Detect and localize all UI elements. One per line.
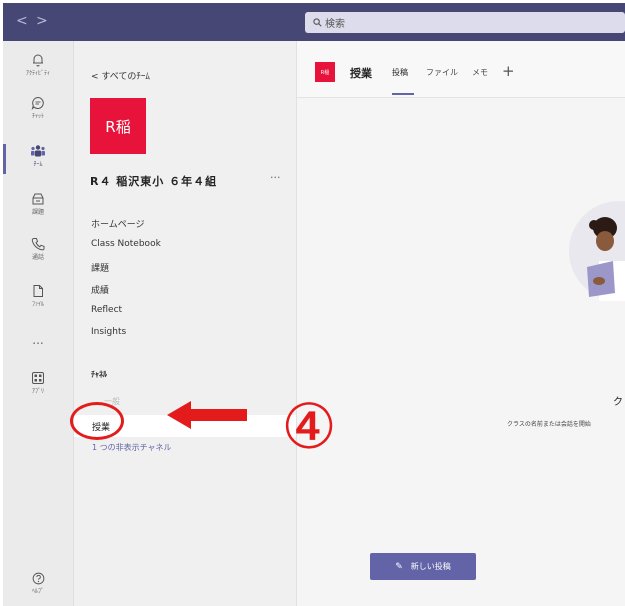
rail-label-apps: ｱﾌﾟﾘ — [31, 388, 44, 395]
channels-header: ﾁｬﾈﾙ — [91, 370, 107, 379]
welcome-heading: ク — [613, 397, 623, 408]
app-rail: ｱｸﾃｨﾋﾞﾃｨ ﾁｬｯﾄ ﾁｰﾑ 課題 通話 ﾌｧｲﾙ ... ｱﾌﾟﾘ ﾍﾙ… — [3, 41, 74, 606]
rail-item-files[interactable]: ﾌｧｲﾙ — [3, 284, 73, 320]
search-input[interactable]: 検索 — [305, 12, 625, 33]
new-post-label: 新しい投稿 — [410, 562, 451, 571]
phone-icon — [31, 238, 45, 251]
tab-notes[interactable]: メモ — [472, 67, 488, 78]
search-placeholder: 検索 — [325, 19, 345, 30]
annotation-arrow — [167, 401, 247, 429]
rail-item-assignments[interactable]: 課題 — [3, 192, 73, 228]
chat-icon — [31, 96, 44, 110]
rail-label-calls: 通話 — [31, 254, 44, 261]
search-icon — [313, 18, 322, 27]
team-panel: < すべてのﾁｰﾑ R稲 R４ 稲沢東小 ６年４組 ··· ホームページ Cla… — [74, 41, 297, 606]
rail-label-files: ﾌｧｲﾙ — [31, 301, 44, 308]
add-tab-button[interactable]: + — [502, 62, 515, 80]
team-name: R４ 稲沢東小 ６年４組 — [90, 175, 218, 188]
all-teams-link[interactable]: < すべてのﾁｰﾑ — [91, 69, 150, 82]
menu-item-insights[interactable]: Insights — [91, 327, 126, 337]
compose-icon: ✎ — [395, 561, 403, 572]
rail-label-activity: ｱｸﾃｨﾋﾞﾃｨ — [25, 70, 50, 77]
channel-header: R稲 授業 投稿 ファイル メモ + — [297, 41, 625, 98]
rail-label-help: ﾍﾙﾌﾟ — [31, 588, 44, 595]
rail-item-help[interactable]: ﾍﾙﾌﾟ — [3, 572, 73, 606]
tab-files[interactable]: ファイル — [426, 67, 458, 78]
menu-item-class-notebook[interactable]: Class Notebook — [91, 239, 161, 249]
teams-window: < > 検索 ｱｸﾃｨﾋﾞﾃｨ ﾁｬｯﾄ ﾁｰﾑ 課題 通話 ﾌｧｲﾙ ... … — [3, 3, 625, 606]
rail-label-teams: ﾁｰﾑ — [33, 161, 43, 168]
bell-icon — [33, 54, 43, 67]
rail-item-apps[interactable]: ｱﾌﾟﾘ — [3, 371, 73, 407]
teams-icon — [31, 145, 45, 157]
hidden-channels-link[interactable]: 1 つの非表示チャネル — [92, 442, 172, 453]
menu-item-grades[interactable]: 成績 — [91, 283, 109, 296]
tab-posts[interactable]: 投稿 — [392, 67, 408, 78]
file-icon — [33, 285, 43, 297]
menu-item-homepage[interactable]: ホームページ — [91, 217, 145, 230]
rail-item-calls[interactable]: 通話 — [3, 237, 73, 273]
channel-main: R稲 授業 投稿 ファイル メモ + ク クラスの名前または会話を開始 ✎ 新し… — [297, 41, 625, 606]
menu-item-assignments[interactable]: 課題 — [91, 261, 109, 274]
more-apps-button[interactable]: ... — [3, 333, 73, 347]
forward-arrow-button[interactable]: > — [36, 14, 48, 28]
channel-title: 授業 — [350, 67, 372, 80]
rail-label-chat: ﾁｬｯﾄ — [31, 113, 44, 120]
welcome-illustration — [559, 201, 625, 301]
rail-label-assignments: 課題 — [31, 209, 44, 216]
assignments-icon — [32, 193, 44, 205]
rail-item-chat[interactable]: ﾁｬｯﾄ — [3, 96, 73, 132]
back-arrow-button[interactable]: < — [16, 14, 28, 28]
menu-item-reflect[interactable]: Reflect — [91, 305, 122, 315]
channel-team-avatar: R稲 — [315, 62, 335, 82]
apps-icon — [32, 372, 44, 384]
welcome-subtext: クラスの名前または会話を開始 — [507, 421, 591, 428]
annotation-circle — [70, 402, 124, 440]
title-bar: < > 検索 — [3, 3, 625, 41]
help-icon — [32, 572, 44, 585]
team-more-button[interactable]: ··· — [270, 171, 281, 184]
rail-item-activity[interactable]: ｱｸﾃｨﾋﾞﾃｨ — [3, 53, 73, 89]
active-indicator — [3, 144, 6, 174]
new-post-button[interactable]: ✎ 新しい投稿 — [370, 553, 476, 580]
annotation-step-number: ④ — [281, 390, 337, 463]
active-tab-underline — [392, 93, 414, 95]
team-avatar: R稲 — [90, 98, 146, 154]
rail-item-teams[interactable]: ﾁｰﾑ — [3, 144, 73, 180]
